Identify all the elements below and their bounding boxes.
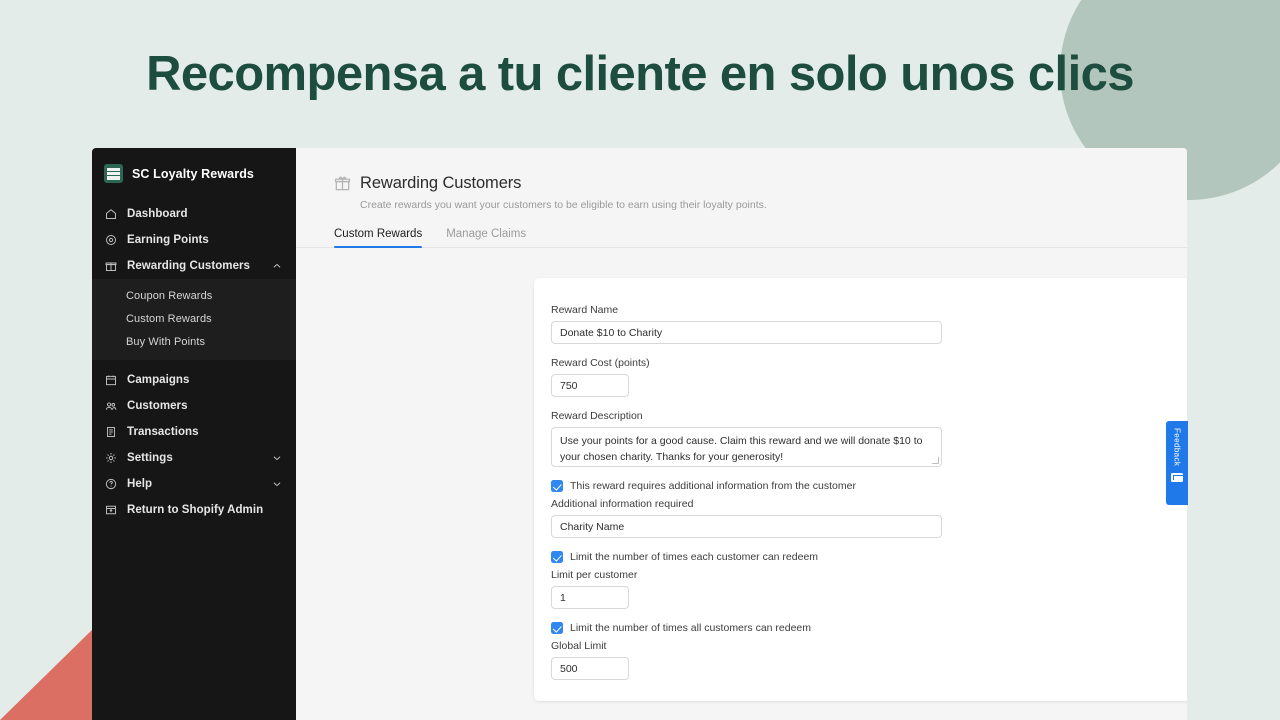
- global-limit-group: Global Limit 500: [551, 640, 1187, 680]
- tab-manage-claims[interactable]: Manage Claims: [446, 228, 526, 247]
- sidebar-item-label: Earning Points: [127, 234, 209, 246]
- additional-info-group: Additional information required Charity …: [551, 498, 1187, 538]
- decorative-triangle: [0, 627, 95, 720]
- additional-info-label: Additional information required: [551, 498, 694, 510]
- additional-info-input[interactable]: Charity Name: [551, 515, 942, 538]
- per-customer-limit-checkbox-row[interactable]: Limit the number of times each customer …: [551, 551, 1187, 563]
- target-icon: [104, 234, 117, 247]
- sidebar-submenu-rewarding-customers: Coupon Rewards Custom Rewards Buy With P…: [92, 279, 296, 360]
- per-customer-limit-group: Limit per customer 1: [551, 569, 1187, 609]
- reward-description-textarea[interactable]: Use your points for a good cause. Claim …: [551, 427, 942, 467]
- tab-label: Custom Rewards: [334, 228, 423, 240]
- sidebar-subitem-label: Coupon Rewards: [126, 289, 213, 302]
- sidebar-subitem-buy-with-points[interactable]: Buy With Points: [92, 330, 296, 353]
- sidebar-subitem-label: Buy With Points: [126, 335, 206, 348]
- sidebar-item-label: Settings: [127, 452, 173, 464]
- gear-icon: [104, 452, 117, 465]
- shopify-icon: [104, 504, 117, 517]
- feedback-icon: [1171, 473, 1184, 483]
- sidebar-item-campaigns[interactable]: Campaigns: [92, 367, 296, 393]
- sidebar-item-customers[interactable]: Customers: [92, 393, 296, 419]
- per-customer-limit-checkbox[interactable]: [551, 551, 563, 563]
- additional-info-checkbox-label: This reward requires additional informat…: [570, 480, 856, 492]
- global-limit-checkbox[interactable]: [551, 622, 563, 634]
- home-icon: [104, 208, 117, 221]
- sidebar-subitem-coupon-rewards[interactable]: Coupon Rewards: [92, 284, 296, 307]
- reward-name-group: Reward Name Donate $10 to Charity: [551, 304, 1187, 344]
- page-headline: Recompensa a tu cliente en solo unos cli…: [146, 47, 1134, 101]
- brand: SC Loyalty Rewards: [92, 160, 296, 187]
- people-icon: [104, 400, 117, 413]
- receipt-icon: [104, 426, 117, 439]
- sidebar-item-label: Transactions: [127, 426, 199, 438]
- reward-cost-group: Reward Cost (points) 750: [551, 357, 1187, 397]
- sidebar-item-label: Campaigns: [127, 374, 190, 386]
- tab-label: Manage Claims: [446, 228, 527, 240]
- brand-title: SC Loyalty Rewards: [132, 166, 254, 181]
- sidebar-item-transactions[interactable]: Transactions: [92, 419, 296, 445]
- sidebar-item-return-to-shopify-admin[interactable]: Return to Shopify Admin: [92, 497, 296, 523]
- sidebar-item-label: Customers: [127, 400, 188, 412]
- per-customer-limit-checkbox-label: Limit the number of times each customer …: [570, 551, 819, 563]
- global-limit-checkbox-row[interactable]: Limit the number of times all customers …: [551, 622, 1187, 634]
- global-limit-label: Global Limit: [551, 640, 607, 652]
- help-icon: [104, 478, 117, 491]
- chevron-down-icon[interactable]: [272, 479, 282, 489]
- feedback-tab[interactable]: Feedback: [1166, 421, 1188, 505]
- reward-name-input[interactable]: Donate $10 to Charity: [551, 321, 942, 344]
- sidebar-item-dashboard[interactable]: Dashboard: [92, 201, 296, 227]
- app-logo-icon: [104, 164, 123, 183]
- per-customer-limit-input[interactable]: 1: [551, 586, 629, 609]
- sidebar-item-settings[interactable]: Settings: [92, 445, 296, 471]
- gift-icon: [334, 175, 351, 192]
- main-content: Rewarding Customers Create rewards you w…: [296, 148, 1187, 720]
- sidebar-subitem-custom-rewards[interactable]: Custom Rewards: [92, 307, 296, 330]
- global-limit-checkbox-label: Limit the number of times all customers …: [570, 622, 812, 634]
- chevron-down-icon[interactable]: [272, 453, 282, 463]
- page-subtitle: Create rewards you want your customers t…: [360, 199, 767, 211]
- sidebar-item-label: Return to Shopify Admin: [127, 504, 264, 516]
- tab-custom-rewards[interactable]: Custom Rewards: [334, 228, 423, 248]
- per-customer-limit-label: Limit per customer: [551, 569, 638, 581]
- reward-description-label: Reward Description: [551, 410, 643, 422]
- calendar-icon: [104, 374, 117, 387]
- sidebar-item-help[interactable]: Help: [92, 471, 296, 497]
- reward-name-label: Reward Name: [551, 304, 619, 316]
- page-header: Rewarding Customers Create rewards you w…: [296, 148, 1187, 211]
- feedback-tab-label: Feedback: [1172, 428, 1182, 467]
- sidebar-item-rewarding-customers[interactable]: Rewarding Customers: [92, 253, 296, 279]
- reward-cost-input[interactable]: 750: [551, 374, 629, 397]
- app-window: SC Loyalty Rewards Dashboard Earning Poi…: [92, 148, 1187, 720]
- page-title-row: Rewarding Customers: [334, 174, 1157, 193]
- sidebar: SC Loyalty Rewards Dashboard Earning Poi…: [92, 148, 296, 720]
- sidebar-subitem-label: Custom Rewards: [126, 312, 212, 325]
- reward-description-group: Reward Description Use your points for a…: [551, 410, 1187, 467]
- additional-info-checkbox-row[interactable]: This reward requires additional informat…: [551, 480, 1187, 492]
- additional-info-checkbox[interactable]: [551, 480, 563, 492]
- sidebar-item-label: Dashboard: [127, 208, 188, 220]
- reward-cost-label: Reward Cost (points): [551, 357, 650, 369]
- global-limit-input[interactable]: 500: [551, 657, 629, 680]
- sidebar-item-earning-points[interactable]: Earning Points: [92, 227, 296, 253]
- reward-form-card: CANCEL SAVE Reward Name Donate $10 to Ch…: [534, 278, 1187, 701]
- tab-bar: Custom Rewards Manage Claims: [296, 228, 1187, 248]
- page-title: Rewarding Customers: [360, 174, 522, 192]
- chevron-up-icon[interactable]: [272, 261, 282, 271]
- sidebar-item-label: Rewarding Customers: [127, 260, 251, 272]
- sidebar-item-label: Help: [127, 478, 153, 490]
- gift-icon: [104, 260, 117, 273]
